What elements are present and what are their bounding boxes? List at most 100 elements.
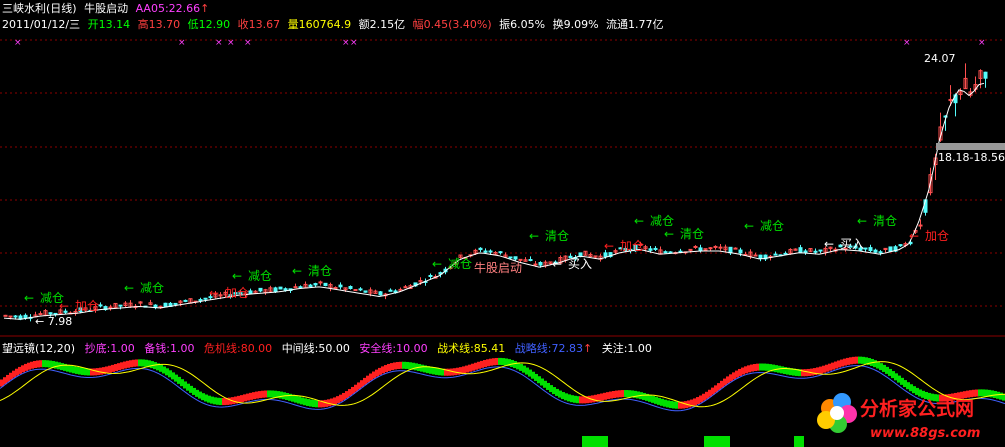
candle-body xyxy=(488,250,493,253)
candle-body xyxy=(693,245,698,248)
indicator-header: 望远镜(12,20) 抄底:1.00 备钱:1.00 危机线:80.00 中间线… xyxy=(2,340,658,356)
x-marker: × xyxy=(350,38,358,48)
candle-body xyxy=(738,249,743,254)
candle-body xyxy=(648,248,653,251)
signal-label: 买入 xyxy=(840,237,864,251)
candle-body xyxy=(653,247,658,250)
candle-body xyxy=(508,256,513,259)
price-chart[interactable]: × × × × × × × × × ← 7.98 24.07 18.18-18.56 ← 加仓 ← 减仓 ← 减… xyxy=(0,0,1005,447)
turnover: 换9.09% xyxy=(552,18,599,31)
signal-label: 减仓 xyxy=(248,269,272,283)
candle-body xyxy=(378,291,383,296)
candle-body xyxy=(163,302,168,308)
logo-url: www.88gs.com xyxy=(870,426,980,441)
signal-label: 减仓 xyxy=(40,291,64,305)
x-marker: × xyxy=(227,38,235,48)
signal-arrow: ← xyxy=(432,257,442,271)
candle-body xyxy=(428,274,433,277)
signal-label: 减仓 xyxy=(140,281,164,295)
candle-body xyxy=(888,246,893,252)
signal-label: 买入 xyxy=(568,257,592,271)
candle-body xyxy=(338,284,343,288)
candle-body xyxy=(118,304,123,307)
candle-body xyxy=(273,287,278,293)
signal-label: 清仓 xyxy=(873,214,897,228)
candle-body xyxy=(698,247,703,252)
range-band xyxy=(936,143,1005,150)
signal-arrow: ← xyxy=(529,229,539,243)
open-price: 开13.14 xyxy=(87,18,131,31)
signal-arrow: ← xyxy=(604,239,614,253)
signal-arrow: ← xyxy=(909,229,919,243)
reserve-value: 备钱:1.00 xyxy=(144,342,195,355)
candle-body xyxy=(713,245,718,248)
range-label: 18.18-18.56 xyxy=(938,151,1005,164)
candle-body xyxy=(8,315,13,318)
candle-body xyxy=(298,286,303,289)
candle-body xyxy=(803,250,808,254)
candle-body xyxy=(483,250,488,253)
signal-label: 清仓 xyxy=(545,229,569,243)
low-price-label: ← 7.98 xyxy=(35,315,72,328)
candle-body xyxy=(478,247,483,251)
candle-body xyxy=(358,288,363,291)
candle-body xyxy=(13,315,18,318)
signal-block xyxy=(582,436,608,447)
candle-body xyxy=(868,247,873,252)
candle-body xyxy=(258,287,263,292)
signal-label: 加仓 xyxy=(225,286,249,300)
low-price: 低12.90 xyxy=(187,18,231,31)
candle-body xyxy=(668,251,673,254)
candle-body xyxy=(318,281,323,284)
candle-body xyxy=(533,263,538,266)
candle-body xyxy=(873,249,878,253)
signal-arrow: ← xyxy=(824,237,834,251)
bottom-value: 抄底:1.00 xyxy=(84,342,135,355)
high-price-label: 24.07 xyxy=(924,52,956,65)
candle-body xyxy=(183,299,188,302)
signal-arrow: ← xyxy=(232,269,242,283)
amplitude: 振6.05% xyxy=(499,18,546,31)
x-marker: × xyxy=(244,38,252,48)
flower-icon xyxy=(817,393,857,433)
candle-body xyxy=(388,289,393,292)
x-marker: × xyxy=(342,38,350,48)
strategy-arrow: ↑ xyxy=(583,342,593,355)
candle-body xyxy=(513,256,518,260)
signal-markers: × × × × × × × × × xyxy=(14,38,986,48)
aa-arrow: ↑ xyxy=(200,2,210,15)
signal-label: 减仓 xyxy=(650,214,674,228)
signal-label: 清仓 xyxy=(680,227,704,241)
amount: 额2.15亿 xyxy=(358,18,406,31)
stock-name: 三峡水利(日线) xyxy=(2,2,77,15)
candle-body xyxy=(363,290,368,293)
candle-body xyxy=(783,252,788,255)
high-price: 高13.70 xyxy=(137,18,181,31)
candle-body xyxy=(173,302,178,305)
date: 2011/01/12/三 xyxy=(2,18,81,31)
candle-body xyxy=(348,285,353,290)
signal-block xyxy=(704,436,730,447)
indicator-title: 望远镜(12,20) xyxy=(2,342,76,355)
signal-label: 清仓 xyxy=(308,264,332,278)
signal-arrow: ← xyxy=(744,219,754,233)
candle-body xyxy=(918,224,923,227)
candle-body xyxy=(313,283,318,286)
candle-body xyxy=(23,314,28,319)
change: 幅0.45(3.40%) xyxy=(412,18,492,31)
candle-body xyxy=(278,286,283,290)
close-price: 收13.67 xyxy=(237,18,281,31)
x-marker: × xyxy=(903,38,911,48)
signal-block xyxy=(794,436,804,447)
candle-body xyxy=(98,304,103,307)
signal-arrow: ← xyxy=(209,286,219,300)
candle-body xyxy=(758,254,763,259)
candle-body xyxy=(403,286,408,289)
candle-body xyxy=(528,259,533,262)
candle-body xyxy=(538,262,543,266)
strategy-line: 战略线:72.83 xyxy=(514,342,583,355)
x-marker: × xyxy=(178,38,186,48)
safe-line: 安全线:10.00 xyxy=(359,342,428,355)
candle-body xyxy=(663,251,668,254)
x-marker: × xyxy=(215,38,223,48)
